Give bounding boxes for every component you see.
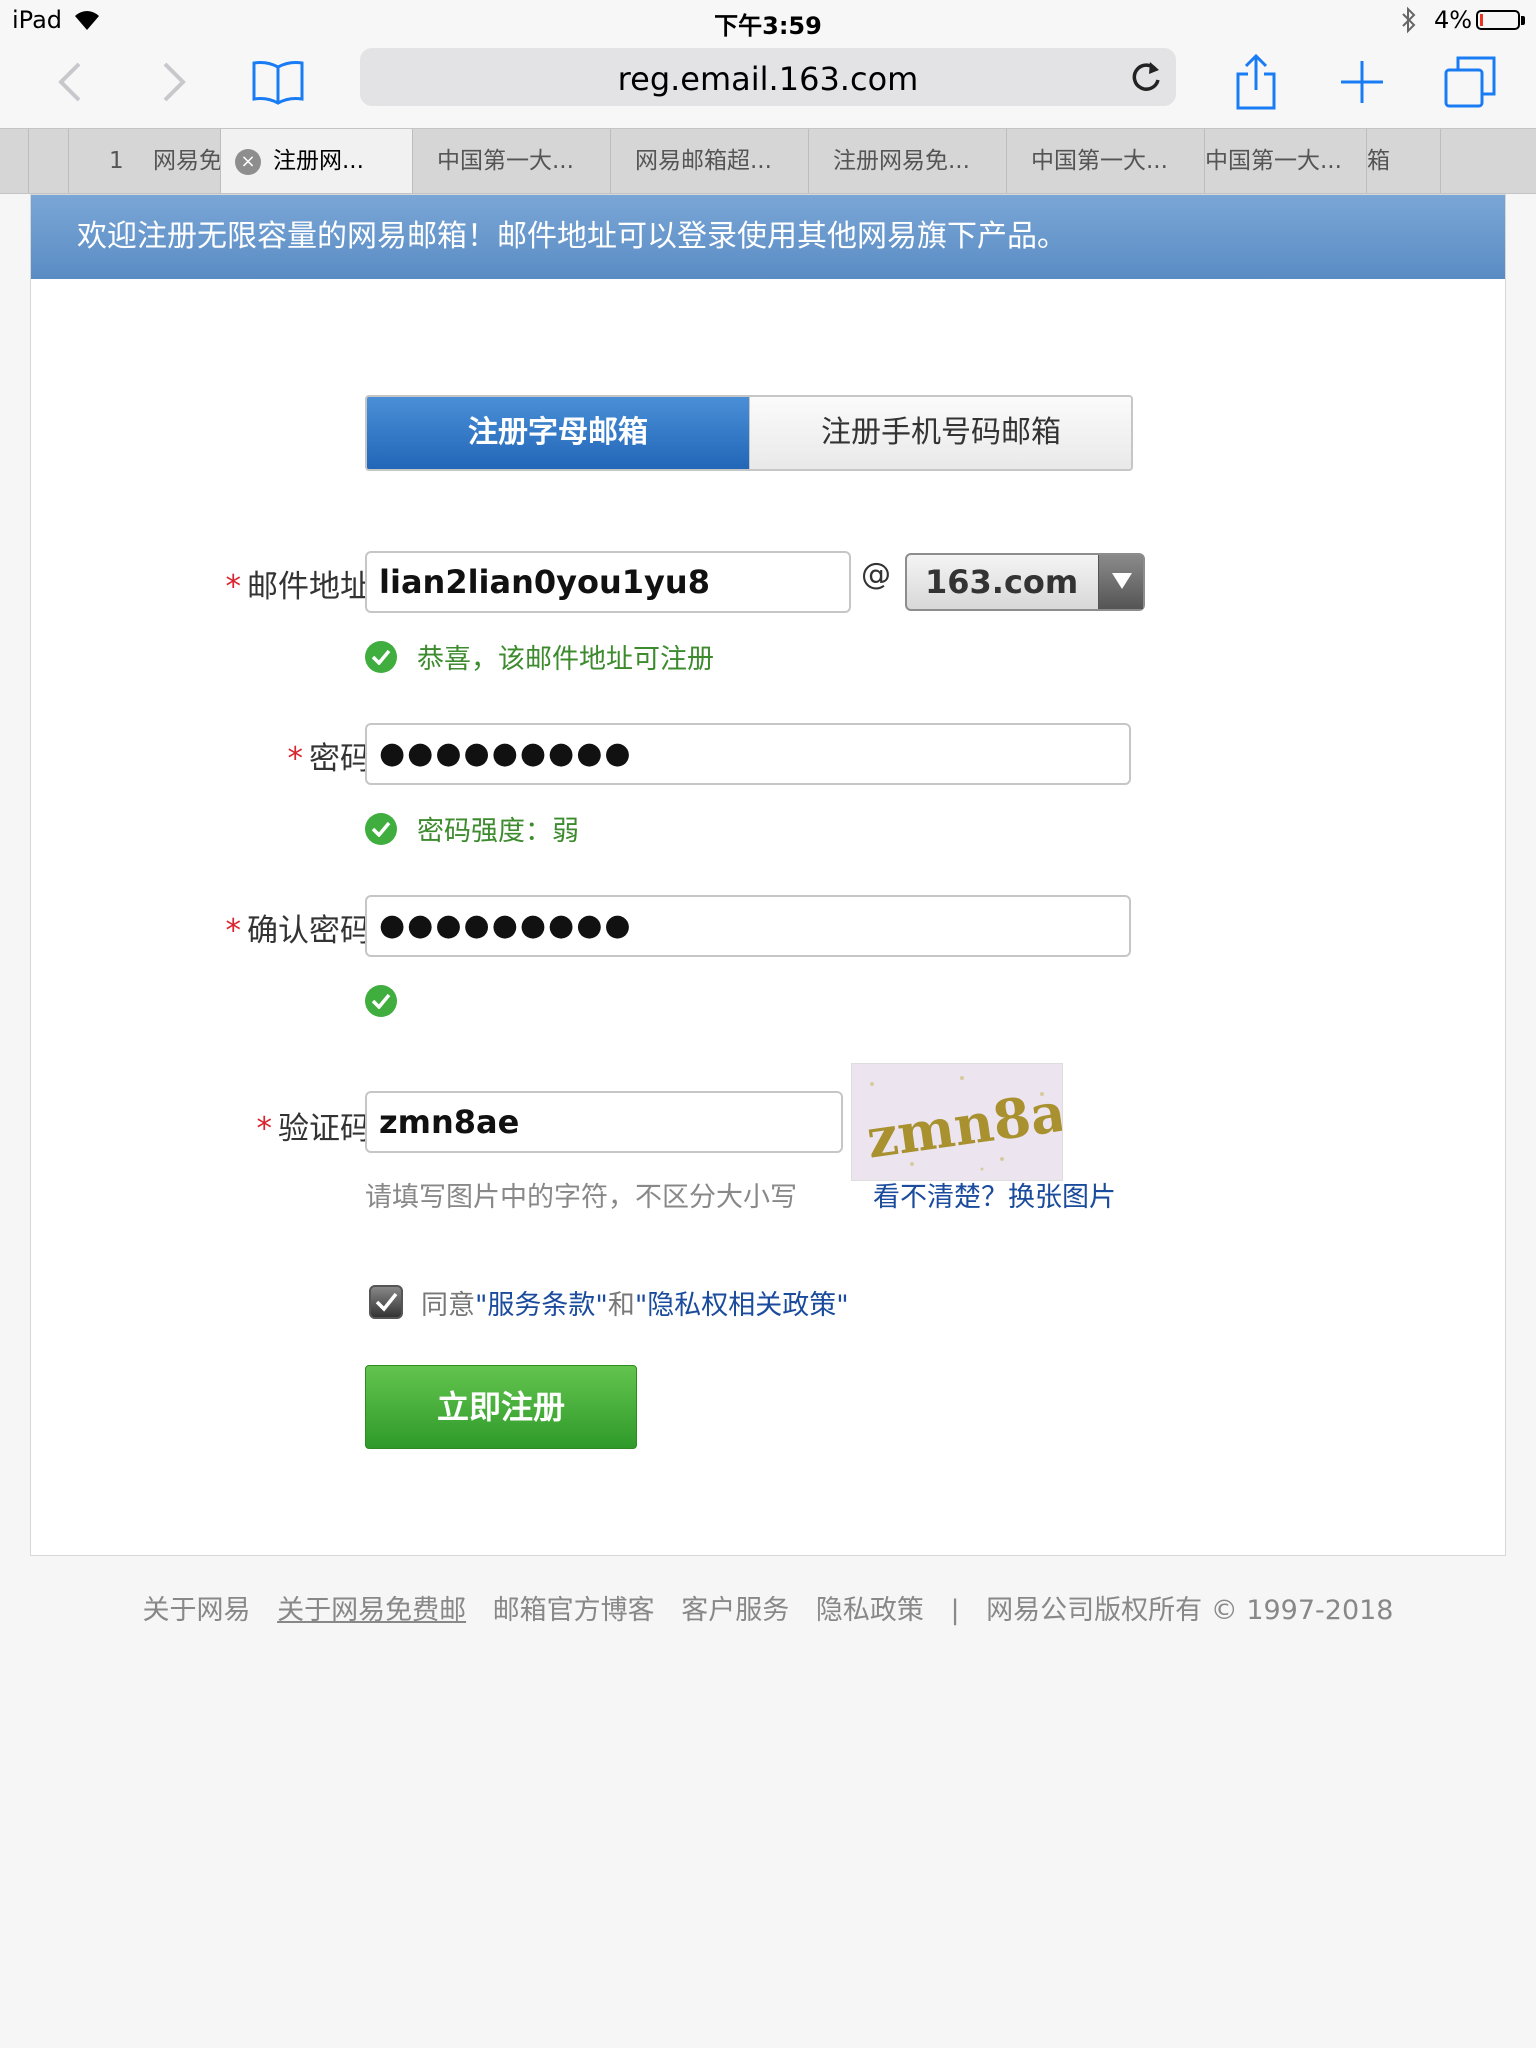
check-icon [365,641,397,673]
plus-icon [1341,61,1383,103]
required-mark: * [287,741,304,777]
password-field[interactable]: ●●●●●●●●● [365,723,1131,785]
footer: 关于网易 关于网易免费邮 邮箱官方博客 客户服务 隐私政策 | 网易公司版权所有… [0,1588,1536,1627]
footer-copyright: 网易公司版权所有 © 1997-2018 [986,1595,1394,1626]
address-bar[interactable]: reg.email.163.com [360,48,1176,106]
footer-link-privacy[interactable]: 隐私政策 [816,1595,924,1626]
at-sign: @ [861,557,891,592]
tab-item[interactable]: 箱 [1366,129,1440,193]
captcha-hint: 请填写图片中的字符，不区分大小写 [365,1182,797,1213]
back-button[interactable] [42,54,98,110]
required-mark: * [256,1111,273,1147]
bluetooth-icon [1402,6,1416,34]
password-strength: 密码强度：弱 [417,816,579,847]
register-button[interactable]: 立即注册 [365,1365,637,1449]
chevron-down-icon [1098,555,1143,609]
tab-bar: 1 网易免 × 注册网... 中国第一大... 网易邮箱超... 注册网易免...… [0,128,1536,194]
share-button[interactable] [1228,54,1284,110]
terms-link[interactable]: "服务条款" [475,1290,608,1321]
captcha-refresh-link[interactable]: 看不清楚？换张图片 [873,1175,1116,1214]
status-bar: iPad 下午3:59 4% [0,0,1536,40]
close-icon[interactable]: × [235,148,261,175]
battery-icon [1476,10,1520,30]
tab-item-active[interactable]: × 注册网... [220,129,412,193]
tab-spacer [28,129,68,193]
footer-link-service[interactable]: 客户服务 [681,1595,789,1626]
chevron-right-icon [163,62,186,102]
agreement-text: 同意"服务条款"和"隐私权相关政策" [421,1290,849,1321]
browser-toolbar: reg.email.163.com [0,40,1536,128]
tab-letter-email[interactable]: 注册字母邮箱 [367,397,749,469]
email-field[interactable]: lian2lian0you1yu8 [365,551,851,613]
tab-item[interactable]: 中国第一大... [412,129,610,193]
battery-percent: 4% [1434,6,1473,34]
register-type-switch: 注册字母邮箱 注册手机号码邮箱 [365,395,1133,471]
email-label: * 邮件地址 [225,569,372,605]
tab-spacer [1440,129,1536,193]
required-mark: * [225,569,242,605]
bookmarks-button[interactable] [250,54,306,110]
tabs-icon [1444,56,1496,108]
url-text: reg.email.163.com [617,60,919,98]
captcha-label: * 验证码 [256,1111,372,1147]
footer-separator: | [950,1595,960,1626]
chevron-left-icon [58,62,81,102]
tab-item[interactable]: 网易邮箱超... [610,129,808,193]
privacy-policy-link[interactable]: "隐私权相关政策" [635,1290,849,1321]
captcha-input[interactable]: zmn8ae [365,1091,843,1153]
footer-link-about-free[interactable]: 关于网易免费邮 [277,1595,466,1626]
checkmark-icon [375,1292,398,1312]
tab-item[interactable]: 中国第一大... [1204,129,1366,193]
tab-phone-email[interactable]: 注册手机号码邮箱 [749,397,1131,469]
check-icon [365,985,397,1017]
agree-checkbox[interactable] [369,1285,403,1319]
captcha-text: zmn8ae [863,1075,1063,1171]
welcome-banner: 欢迎注册无限容量的网易邮箱！邮件地址可以登录使用其他网易旗下产品。 [31,195,1505,279]
confirm-password-field[interactable]: ●●●●●●●●● [365,895,1131,957]
check-icon [365,813,397,845]
tab-item[interactable]: 注册网易免... [808,129,1006,193]
required-mark: * [225,913,242,949]
forward-button[interactable] [146,54,202,110]
new-tab-button[interactable] [1334,54,1390,110]
book-icon [252,61,304,105]
footer-link-about[interactable]: 关于网易 [142,1595,250,1626]
footer-link-blog[interactable]: 邮箱官方博客 [493,1595,655,1626]
tab-item[interactable]: 中国第一大... [1006,129,1204,193]
tab-item[interactable]: 1 网易免 [68,129,220,193]
password-label: * 密码 [287,741,372,777]
registration-panel: 欢迎注册无限容量的网易邮箱！邮件地址可以登录使用其他网易旗下产品。 注册字母邮箱… [30,194,1506,1556]
domain-select[interactable]: 163.com [905,553,1145,611]
captcha-image[interactable]: zmn8ae [851,1063,1063,1181]
reload-icon[interactable] [1128,58,1164,96]
tabs-overview-button[interactable] [1442,54,1498,110]
clock: 下午3:59 [714,12,822,40]
share-icon [1236,54,1276,110]
email-available-message: 恭喜，该邮件地址可注册 [417,644,714,675]
confirm-password-label: * 确认密码 [225,913,372,949]
